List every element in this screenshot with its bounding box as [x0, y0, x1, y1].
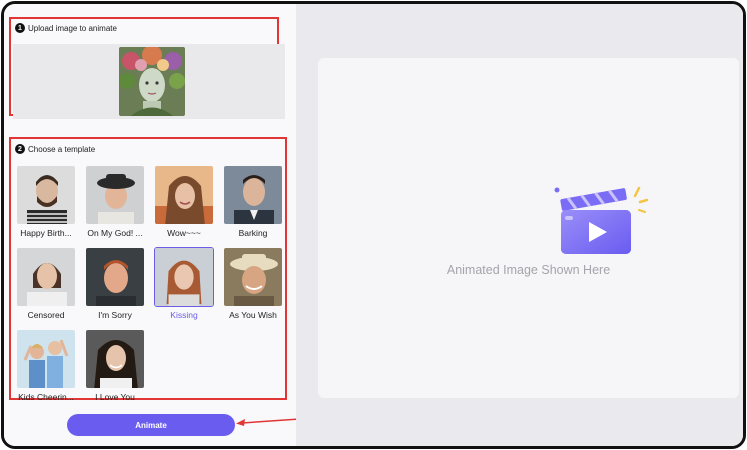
template-thumbnail [16, 247, 76, 307]
app-frame: 1 Upload image to animate 2 Choose a tem… [1, 1, 746, 449]
template-thumbnail [154, 165, 214, 225]
preview-placeholder-text: Animated Image Shown Here [446, 263, 611, 277]
template-item-happy-birthday[interactable]: Happy Birth... [15, 165, 77, 238]
template-label: Kissing [170, 310, 198, 320]
step-number-badge: 1 [15, 23, 25, 33]
template-title-text: Choose a template [28, 144, 96, 154]
template-label: On My God! ... [87, 228, 143, 238]
template-item-barking[interactable]: Barking [222, 165, 284, 238]
template-item-kissing[interactable]: Kissing [153, 247, 215, 320]
template-section-title: 2 Choose a template [15, 144, 95, 154]
template-label: I Love You [95, 392, 135, 402]
template-section: 2 Choose a template Happy Birth... On My… [9, 137, 287, 402]
template-thumbnail [223, 247, 283, 307]
template-thumbnail [154, 247, 214, 307]
template-item-im-sorry[interactable]: I'm Sorry [84, 247, 146, 320]
template-thumbnail [16, 329, 76, 389]
uploaded-image-thumbnail[interactable] [119, 47, 185, 116]
template-thumbnail [16, 165, 76, 225]
preview-canvas: Animated Image Shown Here [318, 58, 739, 398]
template-item-oh-my-god[interactable]: On My God! ... [84, 165, 146, 238]
upload-section-title: 1 Upload image to animate [15, 23, 117, 33]
template-thumbnail [85, 165, 145, 225]
template-item-kids-cheering[interactable]: Kids Cheerin... [15, 329, 77, 402]
template-label: Happy Birth... [20, 228, 72, 238]
template-label: Barking [238, 228, 268, 238]
template-item-wow[interactable]: Wow~~~ [153, 165, 215, 238]
template-item-i-love-you[interactable]: I Love You [84, 329, 146, 402]
preview-panel: Animated Image Shown Here [296, 4, 743, 446]
left-panel: 1 Upload image to animate 2 Choose a tem… [4, 4, 315, 446]
upload-dropzone[interactable] [13, 44, 285, 119]
video-clapperboard-icon [554, 186, 649, 254]
template-label: Kids Cheerin... [18, 392, 74, 402]
template-thumbnail [85, 247, 145, 307]
animate-button[interactable]: Animate [67, 414, 235, 436]
step-number-badge: 2 [15, 144, 25, 154]
template-label: Wow~~~ [167, 228, 201, 238]
upload-title-text: Upload image to animate [28, 23, 117, 33]
template-item-censored[interactable]: Censored [15, 247, 77, 320]
template-item-as-you-wish[interactable]: As You Wish [222, 247, 284, 320]
template-label: As You Wish [229, 310, 277, 320]
template-thumbnail [85, 329, 145, 389]
template-label: Censored [27, 310, 65, 320]
template-thumbnail [223, 165, 283, 225]
template-label: I'm Sorry [98, 310, 132, 320]
